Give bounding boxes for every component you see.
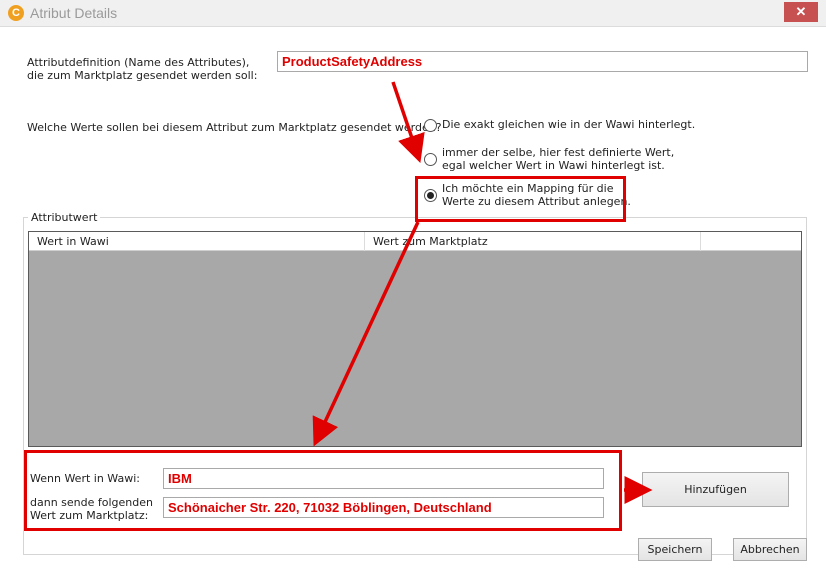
column-header-wawi[interactable]: Wert in Wawi: [29, 232, 365, 251]
jtl-logo-icon: C: [8, 5, 24, 21]
definition-label: Attributdefinition (Name des Attributes)…: [27, 56, 257, 82]
attributwert-legend: Attributwert: [28, 211, 101, 224]
radio-mapping-label: Ich möchte ein Mapping für die Werte zu …: [442, 182, 631, 208]
wawi-value-label: Wenn Wert in Wawi:: [30, 472, 140, 485]
radio-exact[interactable]: [424, 119, 437, 132]
marktplatz-value-input[interactable]: Schönaicher Str. 220, 71032 Böblingen, D…: [163, 497, 604, 518]
radio-option-exact[interactable]: Die exakt gleichen wie in der Wawi hinte…: [424, 118, 695, 132]
mapping-grid[interactable]: Wert in Wawi Wert zum Marktplatz: [28, 231, 802, 447]
radio-mapping-line2: Werte zu diesem Attribut anlegen.: [442, 195, 631, 208]
radio-fixed-line2: egal welcher Wert in Wawi hinterlegt ist…: [442, 159, 665, 172]
definition-label-line1: Attributdefinition (Name des Attributes)…: [27, 56, 250, 69]
radio-mapping-line1: Ich möchte ein Mapping für die: [442, 182, 614, 195]
definition-label-line2: die zum Marktplatz gesendet werden soll:: [27, 69, 258, 82]
radio-exact-label: Die exakt gleichen wie in der Wawi hinte…: [442, 118, 695, 131]
send-value-label-line1: dann sende folgenden: [30, 496, 153, 509]
radio-mapping[interactable]: [424, 189, 437, 202]
attribute-definition-input[interactable]: ProductSafetyAddress: [277, 51, 808, 72]
dialog-content: Attributdefinition (Name des Attributes)…: [0, 27, 826, 578]
cancel-button[interactable]: Abbrechen: [733, 538, 807, 561]
add-button[interactable]: Hinzufügen: [642, 472, 789, 507]
radio-option-fixed[interactable]: immer der selbe, hier fest definierte We…: [424, 146, 674, 172]
wawi-value-input[interactable]: IBM: [163, 468, 604, 489]
send-value-label-line2: Wert zum Marktplatz:: [30, 509, 149, 522]
send-value-label: dann sende folgenden Wert zum Marktplatz…: [30, 496, 153, 522]
title-bar: C Atribut Details ✕: [0, 0, 826, 27]
radio-fixed-line1: immer der selbe, hier fest definierte We…: [442, 146, 675, 159]
radio-fixed-label: immer der selbe, hier fest definierte We…: [442, 146, 674, 172]
question-label: Welche Werte sollen bei diesem Attribut …: [27, 121, 442, 134]
window-title: Atribut Details: [30, 5, 118, 21]
column-header-marktplatz[interactable]: Wert zum Marktplatz: [365, 232, 701, 251]
close-button[interactable]: ✕: [784, 2, 818, 22]
radio-fixed[interactable]: [424, 153, 437, 166]
save-button[interactable]: Speichern: [638, 538, 712, 561]
grid-header: Wert in Wawi Wert zum Marktplatz: [29, 232, 801, 251]
radio-option-mapping[interactable]: Ich möchte ein Mapping für die Werte zu …: [424, 182, 631, 208]
radio-exact-line1: Die exakt gleichen wie in der Wawi hinte…: [442, 118, 696, 131]
column-header-extra: [701, 232, 801, 251]
